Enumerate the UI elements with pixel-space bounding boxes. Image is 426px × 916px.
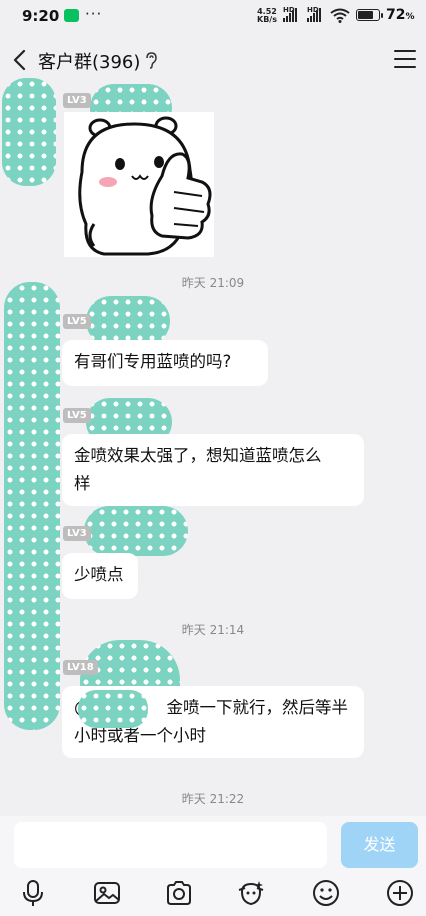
page-title: 客户群(396) [38, 52, 141, 73]
level-badge: LV3 [63, 526, 91, 541]
thumbs-up-sticker[interactable] [64, 112, 214, 257]
message-bubble[interactable]: 金喷效果太强了，想知道蓝喷怎么 样 [62, 434, 364, 506]
status-bar: 9:20 ··· 4.52 KB/s HD HD 72% [0, 0, 426, 34]
wifi-icon [330, 8, 350, 23]
message-text-line: 金喷效果太强了，想知道蓝喷怎么 [74, 446, 322, 465]
signal-icon [283, 8, 297, 22]
timestamp: 昨天 21:09 [181, 276, 245, 290]
timestamp: 昨天 21:14 [181, 623, 245, 637]
message-text-line: 样 [74, 474, 91, 493]
more-notifications-icon: ··· [85, 5, 103, 23]
timestamp: 昨天 21:22 [181, 792, 245, 806]
emoji-icon[interactable] [311, 878, 341, 908]
sticker-face-icon[interactable] [236, 878, 266, 908]
redacted-avatars [4, 282, 60, 730]
redacted-avatar [2, 78, 56, 186]
plus-icon[interactable] [385, 878, 415, 908]
message-text: 有哥们专用蓝喷的吗? [74, 352, 232, 371]
level-badge: LV3 [63, 93, 91, 108]
redacted-username [84, 506, 188, 556]
message-bubble[interactable]: 有哥们专用蓝喷的吗? [62, 340, 268, 386]
message-text: 少喷点 [74, 565, 124, 584]
microphone-icon[interactable] [18, 878, 48, 908]
redacted-username [86, 296, 170, 346]
image-icon[interactable] [92, 878, 122, 908]
battery-icon [356, 9, 380, 21]
message-bubble[interactable]: 少喷点 [62, 553, 138, 599]
status-time: 9:20 [22, 7, 60, 25]
wechat-notification-icon [64, 9, 79, 22]
level-badge: LV5 [63, 314, 91, 329]
ear-icon[interactable] [144, 51, 158, 69]
signal-icon-2 [307, 8, 321, 22]
send-button[interactable]: 发送 [341, 822, 418, 868]
level-badge: LV18 [63, 660, 98, 675]
redacted-mention [78, 690, 148, 728]
level-badge: LV5 [63, 408, 91, 423]
message-input[interactable] [14, 822, 327, 868]
chat-header: 客户群(396) [0, 38, 426, 82]
menu-icon[interactable] [394, 50, 416, 70]
network-speed: 4.52 KB/s [257, 7, 277, 24]
battery-percent: 72% [386, 7, 415, 23]
camera-icon[interactable] [164, 878, 194, 908]
back-icon[interactable] [10, 48, 30, 72]
